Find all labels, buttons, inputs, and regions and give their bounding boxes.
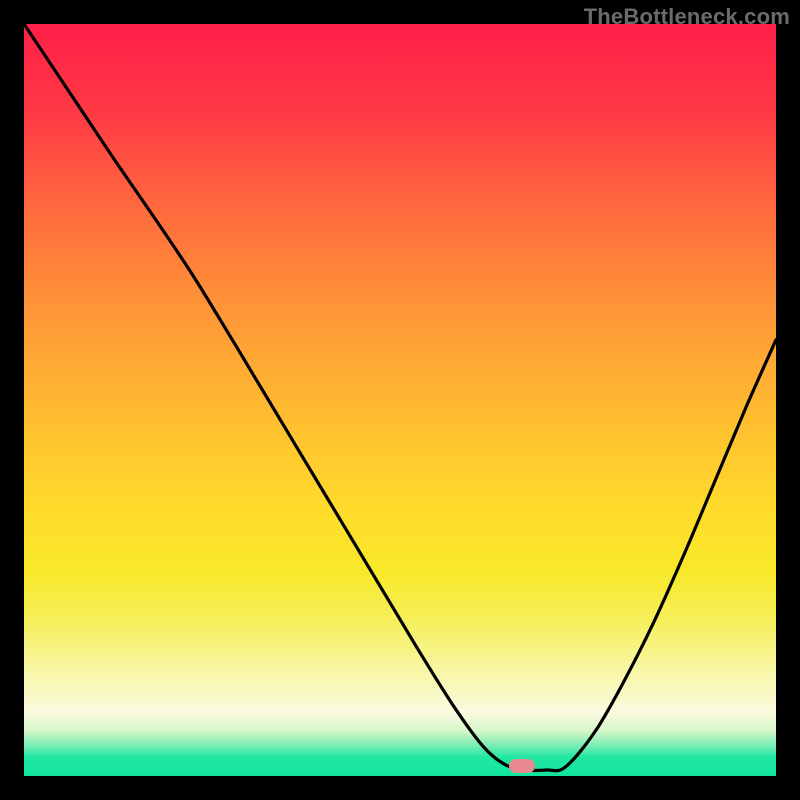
watermark-text: TheBottleneck.com bbox=[584, 4, 790, 30]
bottleneck-curve bbox=[24, 24, 776, 776]
chart-frame: TheBottleneck.com bbox=[0, 0, 800, 800]
plot-area bbox=[24, 24, 776, 776]
optimal-marker bbox=[509, 759, 535, 773]
